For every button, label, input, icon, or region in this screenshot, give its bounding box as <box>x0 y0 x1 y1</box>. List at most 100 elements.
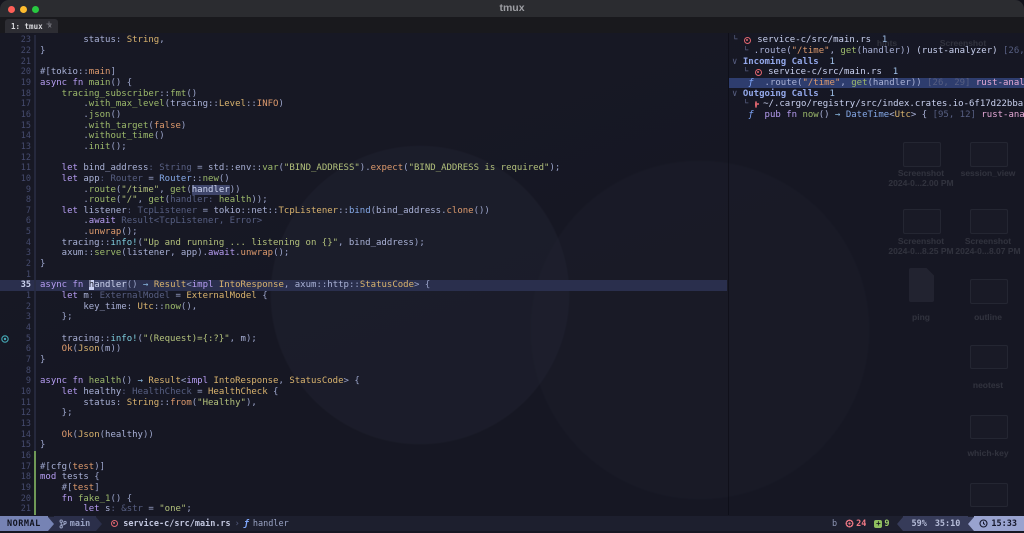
line-number: 16 <box>10 110 31 120</box>
call-hierarchy-panel[interactable]: └ service-c/src/main.rs 1 └ .route("/tim… <box>728 33 1024 515</box>
code-line[interactable]: 4 <box>0 323 727 334</box>
code-line[interactable]: 21 <box>0 56 727 67</box>
window-titlebar[interactable]: tmux <box>0 0 1024 18</box>
token: ); <box>246 334 257 344</box>
code-line[interactable]: 16 <box>0 451 727 462</box>
new-tab-button[interactable]: + <box>46 19 52 30</box>
token: key_time <box>40 302 127 312</box>
rust-file-icon <box>744 37 751 44</box>
code-line[interactable]: 7} <box>0 355 727 366</box>
token: . <box>40 110 89 120</box>
line-number: 11 <box>10 163 31 173</box>
line-number: 35 <box>10 280 31 290</box>
token: fake_1 <box>78 494 111 504</box>
token: let <box>40 504 105 514</box>
code-text: async fn main() { <box>34 78 727 89</box>
code-line[interactable]: 2 key_time: Utc::now(), <box>0 301 727 312</box>
code-text: }; <box>34 312 727 323</box>
token: :: <box>100 238 111 248</box>
token: : <box>116 398 127 408</box>
code-line[interactable]: 16 .json() <box>0 110 727 121</box>
panel-row[interactable]: └ service-c/src/main.rs 1 <box>729 35 1024 46</box>
code-line[interactable]: 17 .with_max_level(tracing::Level::INFO) <box>0 99 727 110</box>
code-line[interactable]: 13 .init(); <box>0 142 727 153</box>
token: , <box>278 376 289 386</box>
code-line[interactable]: 18 tracing_subscriber::fmt() <box>0 88 727 99</box>
code-line[interactable]: 21 let s: &str = "one"; <box>0 504 727 515</box>
code-line[interactable]: 19async fn main() { <box>0 78 727 89</box>
token: impl <box>192 280 214 290</box>
editor-pane[interactable]: 23 status: String,22}2120#[tokio::main]1… <box>0 33 727 515</box>
token: ). <box>197 248 208 258</box>
line-number: 14 <box>10 131 31 141</box>
code-line[interactable]: 5 tracing::info!("(Request)={:?}", m); <box>0 333 727 344</box>
code-line[interactable]: 6 Ok(Json(m)) <box>0 344 727 355</box>
code-line[interactable]: 23 status: String, <box>0 35 727 46</box>
panel-row[interactable]: └ service-c/src/main.rs 1 <box>729 67 1024 78</box>
panel-row[interactable]: ∨ Incoming Calls 1 <box>729 56 1024 67</box>
code-line[interactable]: 20#[tokio::main] <box>0 67 727 78</box>
token: :: <box>154 302 165 312</box>
code-line[interactable]: 8 <box>0 365 727 376</box>
code-line[interactable]: 20 fn fake_1() { <box>0 493 727 504</box>
code-text: status: String::from("Healthy"), <box>34 397 727 408</box>
token: route <box>89 185 116 195</box>
token: without_time <box>89 131 154 141</box>
token: ∨ <box>732 89 743 99</box>
code-line[interactable]: 17#[cfg(test)] <box>0 461 727 472</box>
token: }; <box>40 408 73 418</box>
code-line[interactable]: 15 .with_target(false) <box>0 120 727 131</box>
code-line[interactable]: 15} <box>0 440 727 451</box>
code-line[interactable]: 11 let bind_address: String = std::env::… <box>0 163 727 174</box>
code-line[interactable]: 11 status: String::from("Healthy"), <box>0 397 727 408</box>
token: () { <box>110 78 132 88</box>
code-line[interactable]: 22} <box>0 46 727 57</box>
code-line[interactable]: 8 .route("/", get(handler: health)); <box>0 195 727 206</box>
panel-row-selected[interactable]: ƒ .route("/time", get(handler)) [26, 29]… <box>729 78 1024 89</box>
token: . <box>40 121 89 131</box>
code-text: Ok(Json(healthy)) <box>34 429 727 440</box>
code-line[interactable]: 4 tracing::info!("Up and running ... lis… <box>0 237 727 248</box>
code-line[interactable]: 3 axum::serve(listener, app).await.unwra… <box>0 248 727 259</box>
token: : <box>127 302 138 312</box>
code-line[interactable]: 12 }; <box>0 408 727 419</box>
code-line[interactable]: 5 .unwrap(); <box>0 227 727 238</box>
token: bind_address <box>83 163 148 173</box>
code-line[interactable]: 19 #[test] <box>0 483 727 494</box>
code-line[interactable]: 1 <box>0 269 727 280</box>
code-line[interactable]: 6 .await Result<TcpListener, Error> <box>0 216 727 227</box>
panel-row[interactable]: ∨ Outgoing Calls 1 <box>729 88 1024 99</box>
code-line[interactable]: 10 let app: Router = Router::new() <box>0 174 727 185</box>
code-line[interactable]: 12 <box>0 152 727 163</box>
token: with_target <box>89 121 149 131</box>
token: () <box>127 280 143 290</box>
token: = <box>170 291 186 301</box>
line-number: 12 <box>10 153 31 163</box>
line-number: 20 <box>10 67 31 77</box>
code-line[interactable]: 3 }; <box>0 312 727 323</box>
code-line[interactable]: 14 .without_time() <box>0 131 727 142</box>
code-line[interactable]: 7 let listener: TcpListener = tokio::net… <box>0 206 727 217</box>
code-line[interactable]: 10 let healthy: HealthCheck = HealthChec… <box>0 387 727 398</box>
code-line[interactable]: 14 Ok(Json(healthy)) <box>0 429 727 440</box>
code-line[interactable]: 18mod tests { <box>0 472 727 483</box>
panel-row[interactable]: ƒ pub fn now() → DateTime<Utc> { [95, 12… <box>729 110 1024 121</box>
code-text: .without_time() <box>34 131 727 142</box>
code-text: .route("/time", get(handler)) <box>34 184 727 195</box>
code-line[interactable]: 2} <box>0 259 727 270</box>
token: ) <box>181 121 186 131</box>
token: get <box>851 78 867 88</box>
panel-row[interactable]: └ ~/.cargo/registry/src/index.crates.io-… <box>729 99 1024 110</box>
line-number: 23 <box>10 35 31 45</box>
panel-row[interactable]: └ .route("/time", get(handler)) (rust-an… <box>729 46 1024 57</box>
code-line[interactable]: 35async fn handler() → Result<impl IntoR… <box>0 280 727 291</box>
code-line[interactable]: 1 let m: ExternalModel = ExternalModel { <box>0 291 727 302</box>
code-line[interactable]: 13 <box>0 419 727 430</box>
token: :: <box>338 206 349 216</box>
line-number: 17 <box>10 462 31 472</box>
clock-time: 15:33 <box>991 519 1017 529</box>
token: :: <box>159 398 170 408</box>
code-line[interactable]: 9 .route("/time", get(handler)) <box>0 184 727 195</box>
code-line[interactable]: 9async fn health() → Result<impl IntoRes… <box>0 376 727 387</box>
token: Result <box>148 376 181 386</box>
